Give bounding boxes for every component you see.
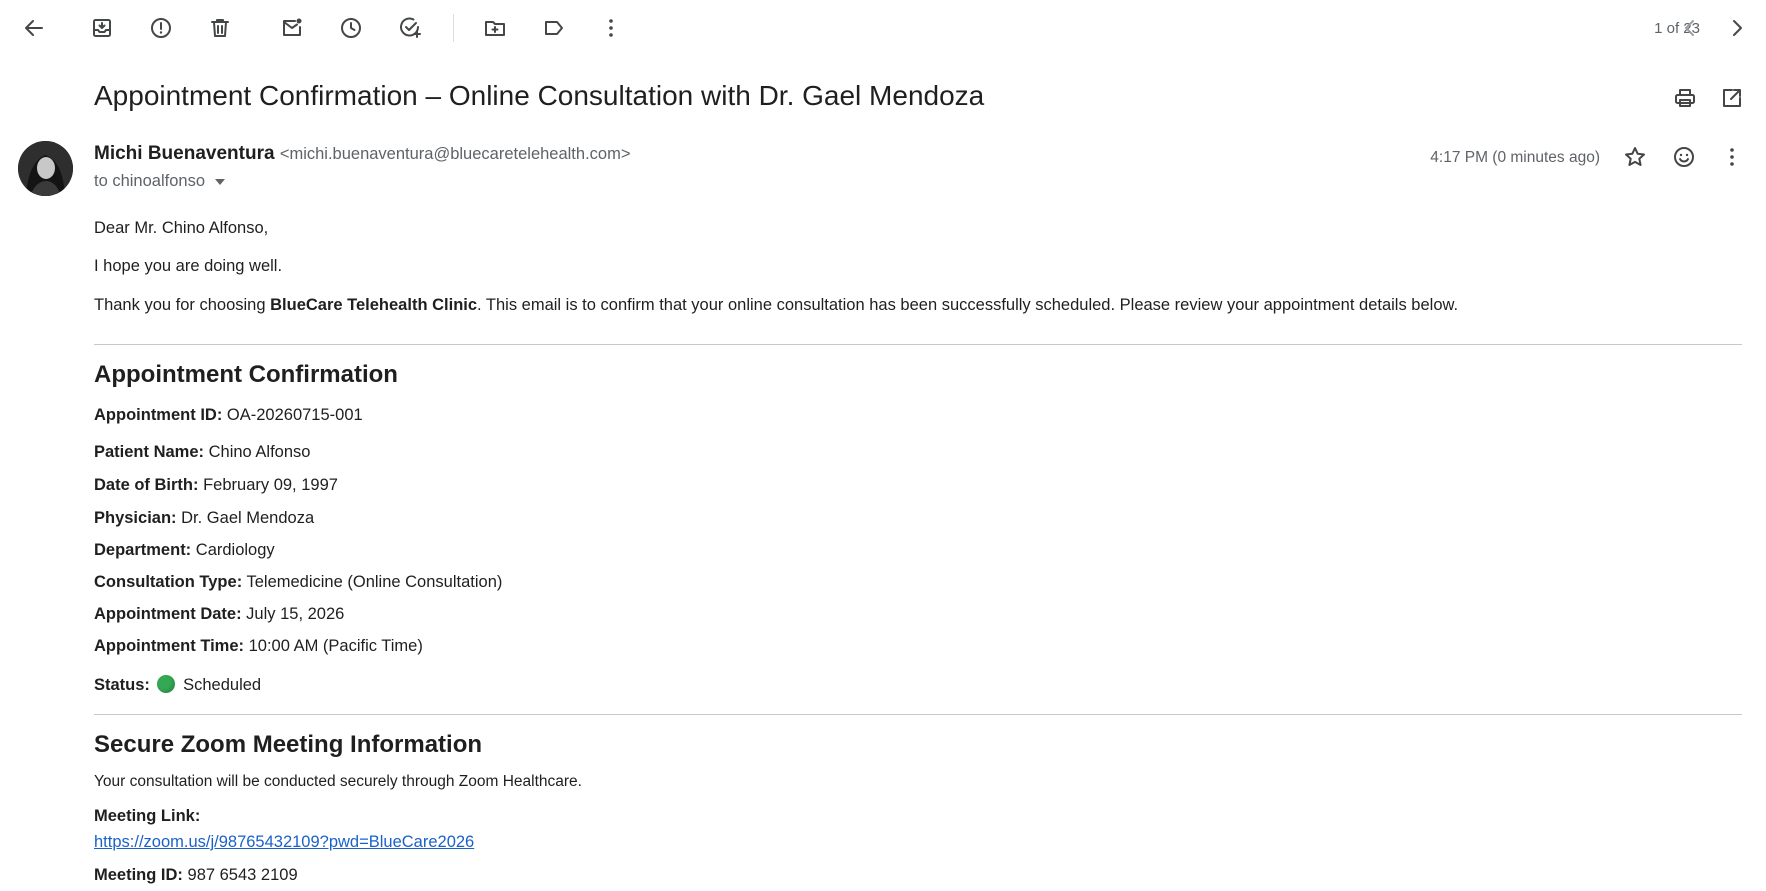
thank-you-paragraph: Thank you for choosing BlueCare Teleheal… bbox=[94, 296, 1459, 314]
star-icon[interactable] bbox=[1615, 137, 1655, 177]
status-value: Scheduled bbox=[183, 676, 262, 694]
meeting-link-label: Meeting Link: bbox=[94, 807, 201, 825]
archive-icon[interactable] bbox=[82, 8, 122, 48]
delete-icon[interactable] bbox=[200, 8, 240, 48]
print-icon[interactable] bbox=[1665, 78, 1705, 118]
add-reaction-emoji-icon[interactable] bbox=[1664, 137, 1704, 177]
sender-avatar[interactable] bbox=[18, 141, 73, 196]
message-more-vert-icon[interactable] bbox=[1712, 137, 1752, 177]
detail-row: Department: Cardiology bbox=[94, 541, 275, 559]
move-to-icon[interactable] bbox=[475, 8, 515, 48]
mark-unread-icon[interactable] bbox=[272, 8, 312, 48]
open-in-new-window-icon[interactable] bbox=[1712, 78, 1752, 118]
intro-line: I hope you are doing well. bbox=[94, 257, 283, 275]
detail-row: Appointment Date: July 15, 2026 bbox=[94, 605, 345, 623]
snooze-icon[interactable] bbox=[331, 8, 371, 48]
meeting-id: 987 6543 2109 bbox=[187, 866, 298, 884]
report-spam-icon[interactable] bbox=[141, 8, 181, 48]
email-timestamp: 4:17 PM (0 minutes ago) bbox=[1430, 149, 1600, 166]
recipient-toggle[interactable]: to chinoalfonso bbox=[94, 172, 225, 191]
detail-row: Date of Birth: February 09, 1997 bbox=[94, 476, 338, 494]
email-subject: Appointment Confirmation – Online Consul… bbox=[94, 80, 985, 111]
meeting-link[interactable]: https://zoom.us/j/98765432109?pwd=BlueCa… bbox=[94, 833, 474, 851]
sender-name[interactable]: Michi Buenaventura bbox=[94, 143, 275, 164]
status-green-circle-icon bbox=[156, 675, 175, 693]
more-vert-icon[interactable] bbox=[591, 8, 631, 48]
chevron-down-icon[interactable] bbox=[215, 178, 225, 185]
add-to-tasks-icon[interactable] bbox=[390, 8, 430, 48]
label-icon[interactable] bbox=[534, 8, 574, 48]
toolbar-divider bbox=[453, 14, 454, 42]
appointment-confirmation-heading: Appointment Confirmation bbox=[94, 361, 398, 388]
sender-line: Michi Buenaventura <michi.buenaventura@b… bbox=[94, 143, 630, 165]
divider bbox=[94, 344, 1742, 345]
newer-chevron-icon[interactable] bbox=[1670, 8, 1710, 48]
meeting-link-row: https://zoom.us/j/98765432109?pwd=BlueCa… bbox=[94, 833, 474, 852]
clinic-name: BlueCare Telehealth Clinic bbox=[270, 296, 478, 314]
greeting: Dear Mr. Chino Alfonso, bbox=[94, 219, 269, 237]
detail-row: Consultation Type: Telemedicine (Online … bbox=[94, 573, 503, 591]
back-arrow-icon[interactable] bbox=[14, 8, 54, 48]
sender-email: <michi.buenaventura@bluecaretelehealth.c… bbox=[279, 145, 631, 163]
divider bbox=[94, 714, 1742, 715]
detail-row: Appointment Time: 10:00 AM (Pacific Time… bbox=[94, 637, 423, 655]
detail-row: Physician: Dr. Gael Mendoza bbox=[94, 509, 315, 527]
detail-row: Appointment ID: OA-20260715-001 bbox=[94, 406, 363, 424]
email-toolbar: 1 of 23 bbox=[0, 0, 1766, 56]
recipient-label: to chinoalfonso bbox=[94, 172, 205, 190]
zoom-intro: Your consultation will be conducted secu… bbox=[94, 773, 582, 790]
status-row: Status: Scheduled bbox=[94, 675, 262, 694]
detail-row: Patient Name: Chino Alfonso bbox=[94, 443, 311, 461]
older-chevron-icon[interactable] bbox=[1717, 8, 1757, 48]
meeting-id-row: Meeting ID: 987 6543 2109 bbox=[94, 866, 298, 884]
zoom-meeting-heading: Secure Zoom Meeting Information bbox=[94, 731, 483, 758]
